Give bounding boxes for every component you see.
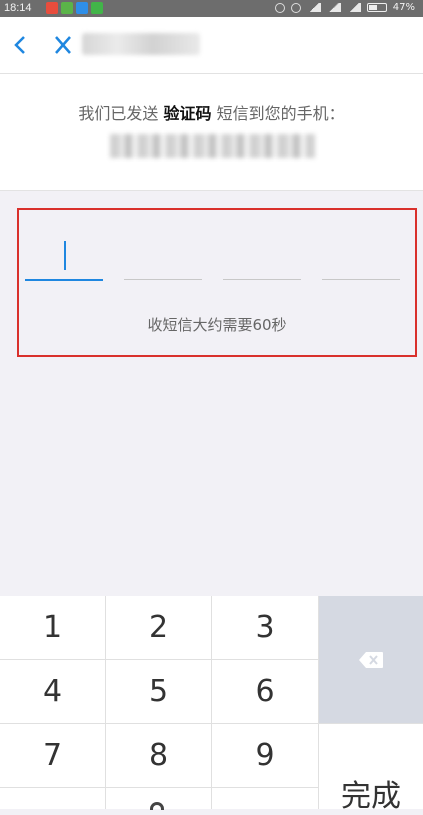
key-6[interactable]: 6 <box>212 660 319 724</box>
verification-code-box: 收短信大约需要60秒 <box>17 208 417 357</box>
key-row-4-left[interactable] <box>0 788 106 809</box>
done-label: 完成 <box>341 779 401 814</box>
numeric-keypad: 1 2 3 4 5 6 7 8 9 完成 <box>0 596 423 814</box>
key-row-4-right[interactable] <box>212 788 319 809</box>
notification-icons <box>46 2 103 14</box>
alarm-icon <box>290 2 301 13</box>
key-9[interactable]: 9 <box>212 724 319 788</box>
text-cursor <box>64 241 66 270</box>
signal-2-icon <box>346 3 361 12</box>
redacted-title <box>82 33 200 55</box>
battery-percent: 47% <box>392 2 415 13</box>
back-arrow-icon <box>14 36 25 54</box>
key-4[interactable]: 4 <box>0 660 106 724</box>
sms-sent-message: 我们已发送 验证码 短信到您的手机： <box>0 100 423 124</box>
key-3[interactable]: 3 <box>212 596 319 660</box>
close-button[interactable] <box>50 31 76 59</box>
code-digit-slot-4[interactable] <box>322 279 400 280</box>
top-bar <box>0 17 423 74</box>
key-2[interactable]: 2 <box>106 596 212 660</box>
key-8[interactable]: 8 <box>106 724 212 788</box>
signal-icon <box>326 3 341 12</box>
status-bar: 18:14 47% <box>0 0 423 17</box>
message-prefix: 我们已发送 <box>78 104 159 123</box>
back-button[interactable] <box>8 31 34 59</box>
battery-icon <box>366 3 387 12</box>
wifi-icon <box>306 3 321 12</box>
message-suffix: 短信到您的手机： <box>216 104 345 123</box>
close-icon <box>55 36 71 54</box>
status-indicators: 47% <box>274 2 415 13</box>
code-digit-slot-1[interactable] <box>25 279 103 281</box>
sms-message-panel: 我们已发送 验证码 短信到您的手机： <box>0 74 423 191</box>
messenger-app-icon <box>76 2 88 14</box>
delete-key[interactable] <box>319 596 423 724</box>
message-emphasis: 验证码 <box>163 104 212 123</box>
key-7[interactable]: 7 <box>0 724 106 788</box>
backspace-icon <box>358 651 384 669</box>
key-1[interactable]: 1 <box>0 596 106 660</box>
weibo-app-icon <box>46 2 58 14</box>
key-5[interactable]: 5 <box>106 660 212 724</box>
redacted-phone-number <box>110 134 315 158</box>
code-digit-slot-3[interactable] <box>223 279 301 280</box>
android-app-icon <box>61 2 73 14</box>
code-digit-slot-2[interactable] <box>124 279 202 280</box>
sms-wait-hint: 收短信大约需要60秒 <box>147 316 287 334</box>
wechat-app-icon <box>91 2 103 14</box>
done-key[interactable]: 完成 <box>319 724 423 814</box>
mute-icon <box>274 2 285 13</box>
status-time: 18:14 <box>4 2 32 14</box>
